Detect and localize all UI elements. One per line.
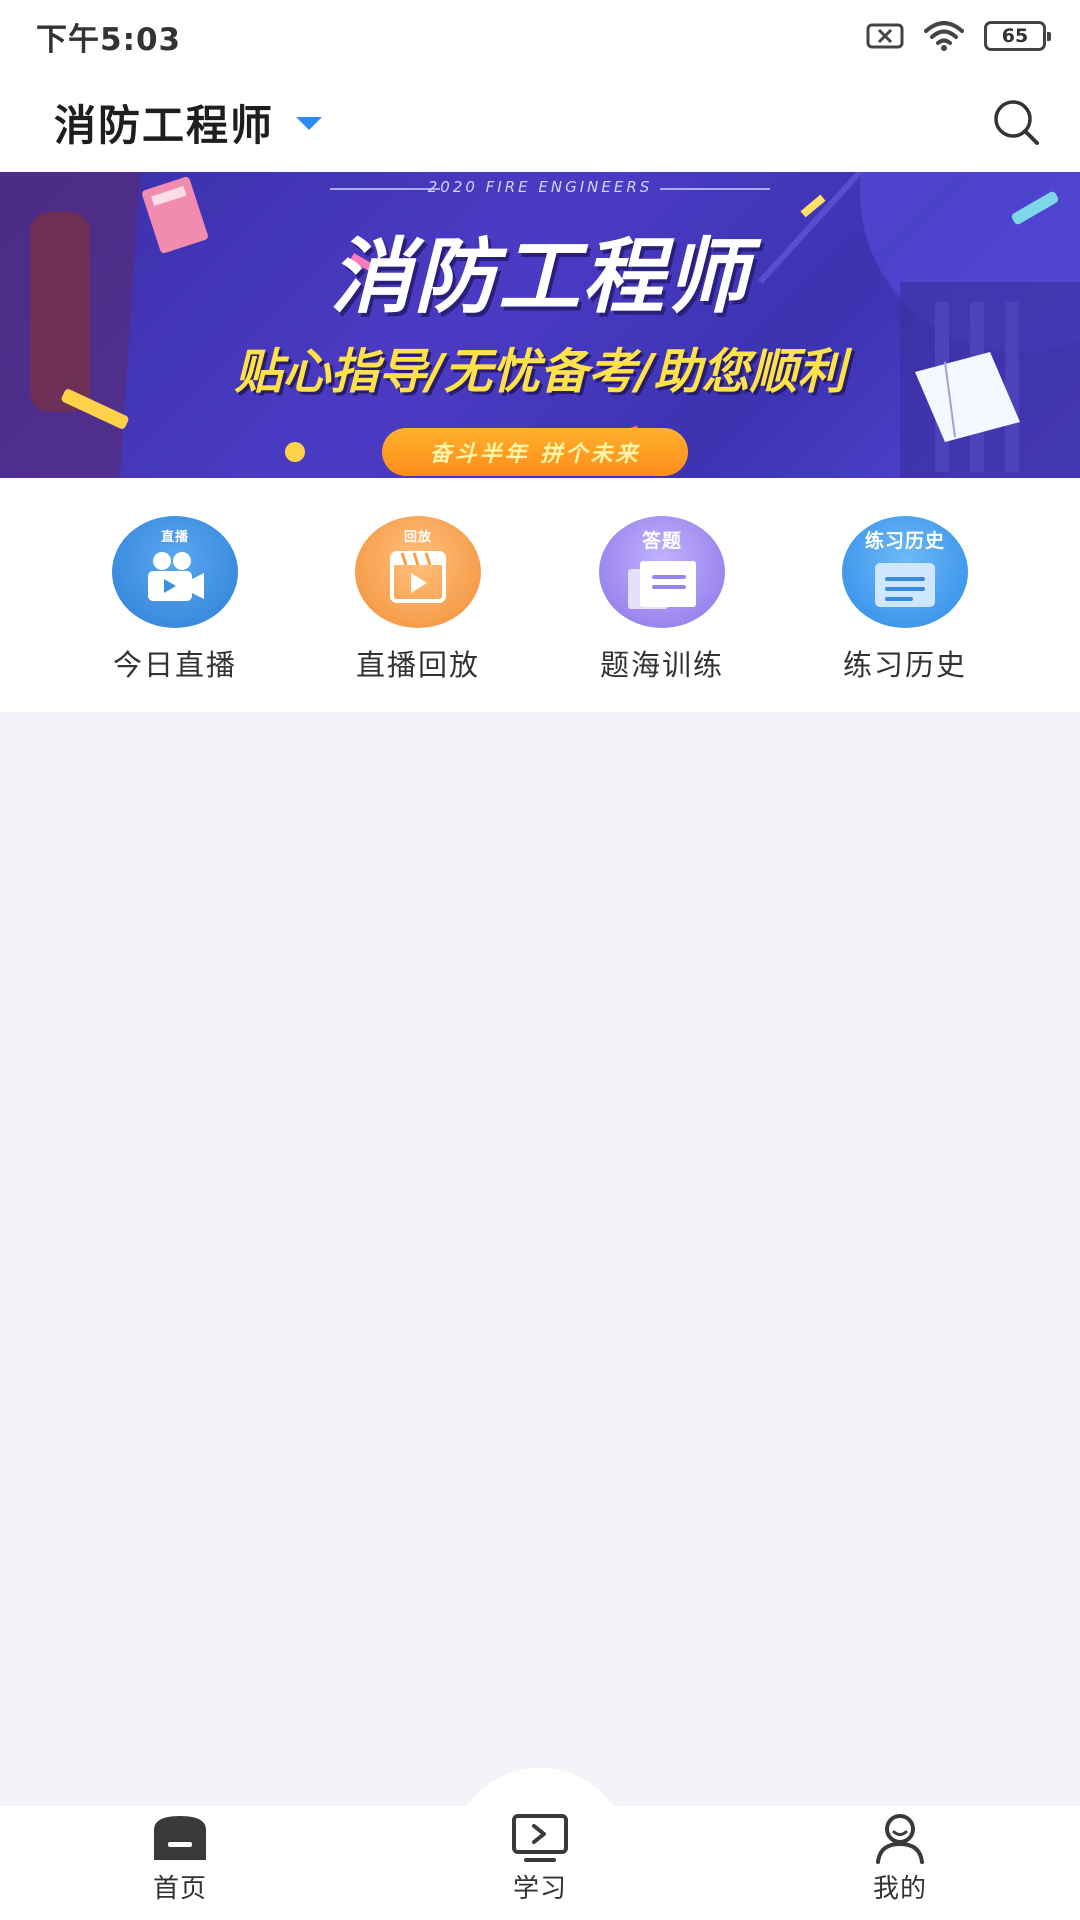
- status-time: 下午5:03: [36, 21, 182, 58]
- status-icons: 65: [866, 21, 1051, 51]
- tab-home[interactable]: 首页: [100, 1812, 260, 1905]
- search-button[interactable]: [988, 94, 1044, 150]
- home-icon: [154, 1816, 206, 1860]
- battery-level: 65: [1001, 25, 1029, 47]
- battery-icon: 65: [984, 21, 1051, 51]
- sim-off-icon: [866, 22, 904, 50]
- banner-subtitle: 2020 FIRE ENGINEERS: [427, 178, 653, 196]
- entry-practice-history[interactable]: 练习历史 练习历史: [805, 516, 1005, 684]
- quiz-tag: 答题: [641, 530, 682, 552]
- history-tag: 练习历史: [864, 530, 945, 552]
- banner-slogan: 贴心指导/无忧备考/助您顺利: [234, 344, 846, 400]
- entry-label: 题海训练: [599, 648, 724, 682]
- replay-tag: 回放: [403, 530, 432, 545]
- quick-entry-grid: 直播 今日直播 回放 直播回放 答题 题海训练 练习历史 练习历史: [0, 478, 1080, 712]
- entry-live-today[interactable]: 直播 今日直播: [75, 516, 275, 684]
- entry-label: 今日直播: [112, 648, 237, 682]
- wifi-icon: [924, 21, 964, 51]
- quiz-paper-icon: 答题: [599, 516, 725, 628]
- promo-banner[interactable]: 2020 FIRE ENGINEERS 消防工程师 贴心指导/无忧备考/助您顺利…: [0, 172, 1080, 478]
- tab-label: 我的: [872, 1874, 927, 1904]
- banner-title: 消防工程师: [330, 230, 750, 325]
- entry-question-practice[interactable]: 答题 题海训练: [562, 516, 762, 684]
- replay-video-icon: 回放: [355, 516, 481, 628]
- history-list-icon: 练习历史: [842, 516, 968, 628]
- tab-label: 首页: [152, 1874, 207, 1904]
- profile-icon: [876, 1814, 924, 1864]
- tab-study[interactable]: 学习: [460, 1812, 620, 1905]
- page-title: 消防工程师: [54, 100, 275, 150]
- live-camera-icon: 直播: [112, 516, 238, 628]
- tab-label: 学习: [512, 1874, 567, 1904]
- entry-label: 练习历史: [842, 648, 967, 682]
- app-header: 消防工程师: [0, 72, 1080, 172]
- exam-selector[interactable]: 消防工程师: [54, 92, 323, 153]
- entry-label: 直播回放: [355, 648, 480, 682]
- tab-profile[interactable]: 我的: [820, 1812, 980, 1905]
- live-tag: 直播: [160, 530, 189, 545]
- banner-pill: 奋斗半年 拼个未来: [382, 428, 688, 476]
- caret-down-icon: [296, 116, 323, 130]
- study-screen-icon: [512, 1814, 568, 1862]
- status-bar: 下午5:03 65: [0, 0, 1080, 72]
- entry-live-replay[interactable]: 回放 直播回放: [318, 516, 518, 684]
- search-icon: [994, 100, 1039, 145]
